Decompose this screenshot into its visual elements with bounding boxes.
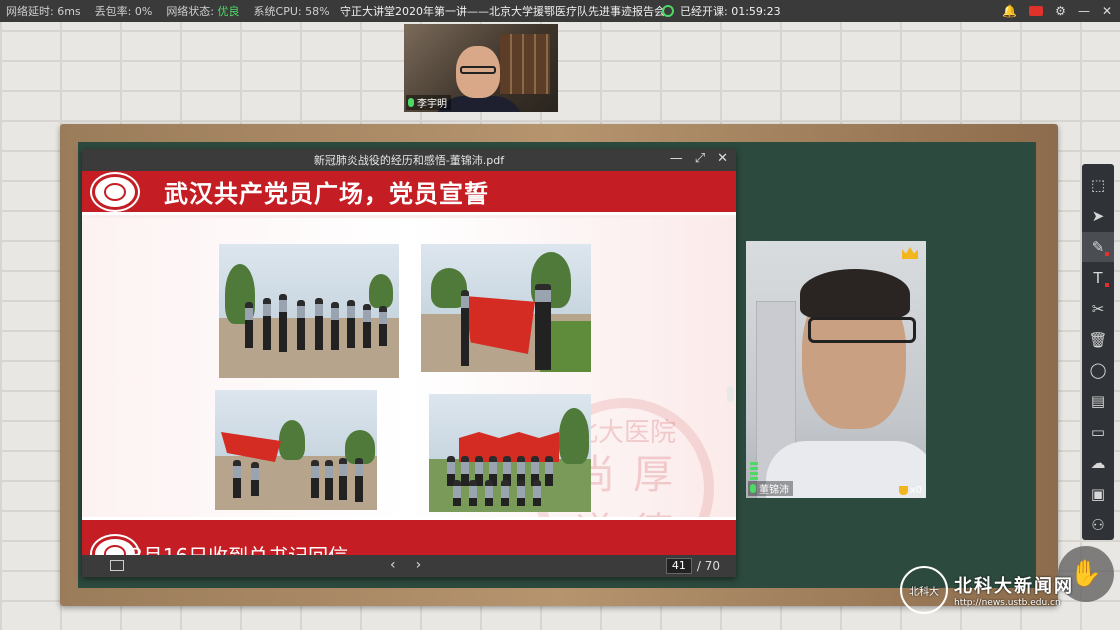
- news-site-name: 北科大新闻网: [954, 576, 1074, 597]
- pointer-tool-icon[interactable]: ⬚: [1082, 170, 1114, 201]
- class-title: 守正大讲堂2020年第一讲——北京大学援鄂医疗队先进事迹报告会: [340, 5, 665, 18]
- teacher-name: 李宇明: [417, 99, 447, 110]
- watermark-char: 厚: [633, 452, 673, 498]
- trash-tool-icon[interactable]: 🗑: [1082, 324, 1114, 355]
- page-indicator: 41 / 70: [665, 558, 720, 574]
- pdf-viewer[interactable]: 新冠肺炎战役的经历和感悟-董锦沛.pdf — ⤢ ✕ 武汉共产党员广场，党员宣誓…: [82, 149, 736, 577]
- university-logo: [92, 173, 138, 210]
- whiteboard-toolbar: ⬚ ➤ ✎ T ✂ 🗑 ◯ ▤ ▭ ☁ ▣ ⚇: [1082, 164, 1114, 540]
- network-label: 网络状态:: [166, 5, 215, 18]
- network-value: 优良: [217, 5, 240, 18]
- mic-icon: [750, 484, 756, 493]
- pdf-close-button[interactable]: ✕: [717, 151, 728, 166]
- elapsed-label: 已经开课:: [680, 5, 728, 18]
- news-site-url: http://news.ustb.edu.cn: [954, 598, 1061, 608]
- close-button[interactable]: ✕: [1102, 4, 1112, 18]
- prev-page-button[interactable]: ‹: [390, 557, 396, 573]
- cloud-tool-icon[interactable]: ☁: [1082, 447, 1114, 478]
- record-icon[interactable]: [1029, 6, 1044, 16]
- elapsed-value: 01:59:23: [731, 4, 781, 18]
- toolbox-tool-icon[interactable]: ▣: [1082, 478, 1114, 509]
- status-bar: 网络延时: 6ms 丢包率: 0% 网络状态: 优良 系统CPU: 58% 守正…: [0, 0, 1120, 22]
- courseware-tool-icon[interactable]: ▤: [1082, 386, 1114, 417]
- trophy-count: x0: [898, 485, 922, 496]
- elapsed-timer: 已经开课: 01:59:23: [662, 3, 781, 19]
- trophy-icon: [898, 486, 908, 495]
- pdf-filename: 新冠肺炎战役的经历和感悟-董锦沛.pdf: [313, 154, 505, 167]
- color-indicator: [1105, 252, 1109, 257]
- slide-header: 武汉共产党员广场，党员宣誓: [82, 171, 736, 215]
- window-controls: 🔔 ⚙ — ✕: [1002, 4, 1112, 18]
- student-name-tag: 董锦沛: [748, 481, 793, 496]
- shape-tool-icon[interactable]: ◯: [1082, 355, 1114, 386]
- pdf-maximize-button[interactable]: ⤢: [695, 151, 705, 166]
- clock-icon: [662, 5, 674, 17]
- page-nav: ‹ ›: [390, 557, 421, 573]
- next-page-button[interactable]: ›: [416, 557, 422, 573]
- pdf-minimize-button[interactable]: —: [670, 151, 683, 166]
- student-video[interactable]: 董锦沛 x0: [746, 241, 926, 498]
- pdf-toolbar: ‹ › 41 / 70: [82, 555, 736, 577]
- photo-team-flags: [429, 394, 591, 512]
- pen-icon-glyph: ✎: [1091, 238, 1105, 257]
- student-name: 董锦沛: [759, 485, 789, 496]
- latency-stat: 网络延时: 6ms: [6, 5, 81, 18]
- teacher-video[interactable]: 李宇明: [404, 24, 558, 112]
- bookshelf: [500, 34, 550, 94]
- teacher-name-tag: 李宇明: [406, 95, 451, 110]
- scissors-tool-icon[interactable]: ✂: [1082, 293, 1114, 324]
- cpu-stat: 系统CPU: 58%: [253, 5, 330, 18]
- bell-icon[interactable]: 🔔: [1002, 4, 1017, 18]
- page-number-input[interactable]: 41: [665, 558, 692, 574]
- audio-level-icon: [750, 462, 758, 482]
- network-stat: 网络状态: 优良: [166, 3, 239, 19]
- pen-tool-icon[interactable]: ✎: [1082, 231, 1114, 263]
- select-tool-icon[interactable]: ➤: [1082, 201, 1114, 232]
- news-watermark: 北科大 北科大新闻网 http://news.ustb.edu.cn: [900, 566, 1074, 614]
- pdf-scroll-handle[interactable]: [727, 386, 734, 402]
- student-hair: [800, 269, 910, 319]
- mic-icon: [408, 98, 414, 107]
- slide-body: 北大医院 尚 厚 道 德: [82, 218, 736, 555]
- student-glasses: [808, 317, 916, 343]
- packet-loss-stat: 丢包率: 0%: [94, 5, 153, 18]
- pdf-window-buttons: — ⤢ ✕: [670, 151, 728, 166]
- photo-flags-square: [215, 390, 377, 510]
- chat-tool-icon[interactable]: ▭: [1082, 417, 1114, 448]
- users-tool-icon[interactable]: ⚇: [1082, 509, 1114, 540]
- photo-oath-group: [219, 244, 399, 378]
- color-indicator: [1105, 283, 1109, 288]
- crown-icon: [902, 247, 918, 259]
- text-tool-icon[interactable]: T: [1082, 262, 1114, 293]
- next-slide-peek: 3月16日收到总书记回信: [82, 517, 736, 555]
- minimize-button[interactable]: —: [1078, 4, 1090, 18]
- sidebar-toggle-icon[interactable]: [110, 560, 124, 571]
- gear-icon[interactable]: ⚙: [1055, 4, 1066, 18]
- trophy-value: x0: [909, 485, 922, 496]
- total-pages: / 70: [696, 559, 720, 573]
- pdf-slide: 武汉共产党员广场，党员宣誓 北大医院 尚 厚 道 德: [82, 171, 736, 555]
- teacher-glasses: [460, 66, 496, 74]
- ustb-seal-icon: 北科大: [900, 566, 948, 614]
- text-icon-glyph: T: [1093, 268, 1103, 287]
- pdf-titlebar[interactable]: 新冠肺炎战役的经历和感悟-董锦沛.pdf — ⤢ ✕: [82, 149, 736, 171]
- photo-flag-holders: [421, 244, 591, 372]
- next-slide-title: 3月16日收到总书记回信: [130, 540, 348, 555]
- slide-title: 武汉共产党员广场，党员宣誓: [164, 180, 489, 208]
